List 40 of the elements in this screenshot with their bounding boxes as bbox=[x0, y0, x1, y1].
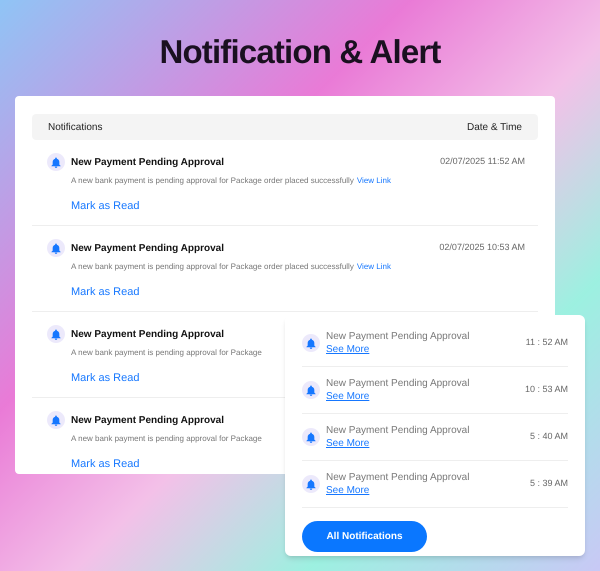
bell-icon bbox=[302, 428, 320, 446]
notification-description: A new bank payment is pending approval for Package bbox=[71, 433, 262, 445]
notification-date: 02/07/2025 11:52 AM bbox=[440, 155, 525, 168]
mark-as-read-link[interactable]: Mark as Read bbox=[71, 372, 140, 384]
see-more-link[interactable]: See More bbox=[326, 438, 370, 449]
see-more-link[interactable]: See More bbox=[326, 344, 370, 355]
bell-icon bbox=[47, 153, 65, 171]
bell-icon bbox=[302, 334, 320, 352]
notification-description: A new bank payment is pending approval for Package order placed successfully bbox=[71, 175, 354, 187]
notification-title: New Payment Pending Approval bbox=[71, 328, 224, 342]
bell-icon bbox=[302, 475, 320, 493]
notification-time: 11 : 52 AM bbox=[526, 336, 568, 350]
notification-text: New Payment Pending Approval See More bbox=[326, 330, 470, 356]
mark-as-read-link[interactable]: Mark as Read bbox=[71, 286, 140, 298]
bell-icon bbox=[47, 411, 65, 429]
notification-text: New Payment Pending Approval See More bbox=[326, 424, 470, 450]
mark-as-read-link[interactable]: Mark as Read bbox=[71, 200, 140, 212]
notification-text: New Payment Pending Approval See More bbox=[326, 471, 470, 497]
all-notifications-button[interactable]: All Notifications bbox=[302, 521, 427, 552]
column-header: Notifications bbox=[48, 120, 102, 134]
notification-date: 02/07/2025 10:53 AM bbox=[439, 241, 525, 254]
notification-time: 5 : 39 AM bbox=[530, 477, 568, 490]
page-heading: Notification & Alert bbox=[159, 32, 441, 72]
notification-description: A new bank payment is pending approval for Package order placed successfully bbox=[71, 261, 354, 273]
column-header: Date & Time bbox=[466, 120, 522, 134]
notification-title: New Payment Pending Approval bbox=[71, 156, 224, 170]
bell-icon bbox=[302, 381, 320, 399]
bell-icon bbox=[47, 325, 65, 343]
notification-time: 5 : 40 AM bbox=[530, 430, 568, 444]
notification-description: A new bank payment is pending approval for Package bbox=[71, 347, 262, 359]
notification-title: New Payment Pending Approval bbox=[71, 414, 224, 428]
notification-title: New Payment Pending Approval bbox=[71, 242, 224, 256]
view-link[interactable]: View Link bbox=[356, 261, 391, 273]
see-more-link[interactable]: See More bbox=[326, 485, 370, 496]
notification-time: 10 : 53 AM bbox=[524, 383, 568, 396]
mark-as-read-link[interactable]: Mark as Read bbox=[71, 458, 140, 470]
see-more-link[interactable]: See More bbox=[326, 391, 370, 402]
notification-text: New Payment Pending Approval See More bbox=[326, 377, 470, 403]
view-link[interactable]: View Link bbox=[356, 175, 391, 187]
bell-icon bbox=[47, 239, 65, 257]
